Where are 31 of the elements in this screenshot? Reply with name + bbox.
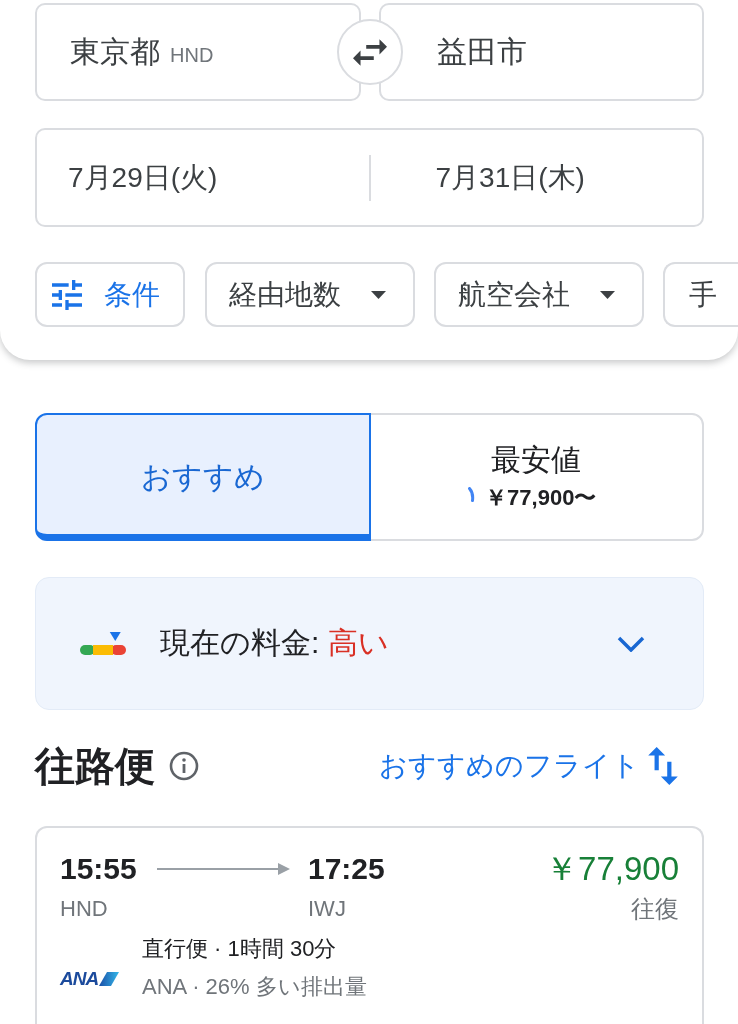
filters-button[interactable]: 条件 [35, 262, 185, 327]
tune-icon [52, 279, 82, 310]
filter-chip[interactable]: 航空会社 [434, 262, 644, 327]
sort-link[interactable]: おすすめのフライト [379, 747, 680, 785]
return-date[interactable]: 7月31日(木) [435, 157, 585, 198]
flight-summary: 直行便 · 1時間 30分 [142, 935, 338, 963]
info-icon[interactable] [169, 751, 199, 781]
price-insight-panel[interactable]: 現在の料金: 高い [35, 577, 704, 710]
airline-logo: ANA [60, 968, 126, 990]
departure-time: 15:55 [60, 851, 138, 887]
sort-tab[interactable]: おすすめ [35, 413, 371, 541]
flight-price: ￥77,900 [545, 850, 679, 888]
filter-chip[interactable]: 経由地数 [205, 262, 415, 327]
arrival-time: 17:25 [308, 851, 385, 887]
arrival-airport: IWJ [308, 895, 347, 923]
date-range-field[interactable]: 7月29日(火) 7月31日(木) [35, 128, 704, 227]
arrow-icon [157, 863, 290, 875]
swap-icon [352, 38, 387, 66]
chevron-down-icon[interactable] [617, 635, 645, 652]
sort-tab[interactable]: 最安値 ￥77,900〜 [368, 413, 704, 541]
price-level-text: 現在の料金: 高い [160, 625, 389, 661]
trip-type: 往復 [631, 894, 679, 924]
sort-icon [646, 747, 680, 785]
price-text: ￥77,900〜 [485, 484, 597, 512]
section-title: 往路便 [35, 743, 155, 790]
flight-card[interactable]: 15:55 17:25 ￥77,900 HND IWJ 往復 ANA 直行便 · 1時間 30分 ANA · 26% 多い排出量 [35, 826, 704, 1024]
filter-chip[interactable]: 手 [663, 262, 738, 327]
departure-airport: HND [60, 895, 109, 923]
flight-details: ANA · 26% 多い排出量 [142, 973, 367, 1001]
price-meter-icon [80, 631, 126, 656]
departure-date[interactable]: 7月29日(火) [68, 157, 218, 198]
